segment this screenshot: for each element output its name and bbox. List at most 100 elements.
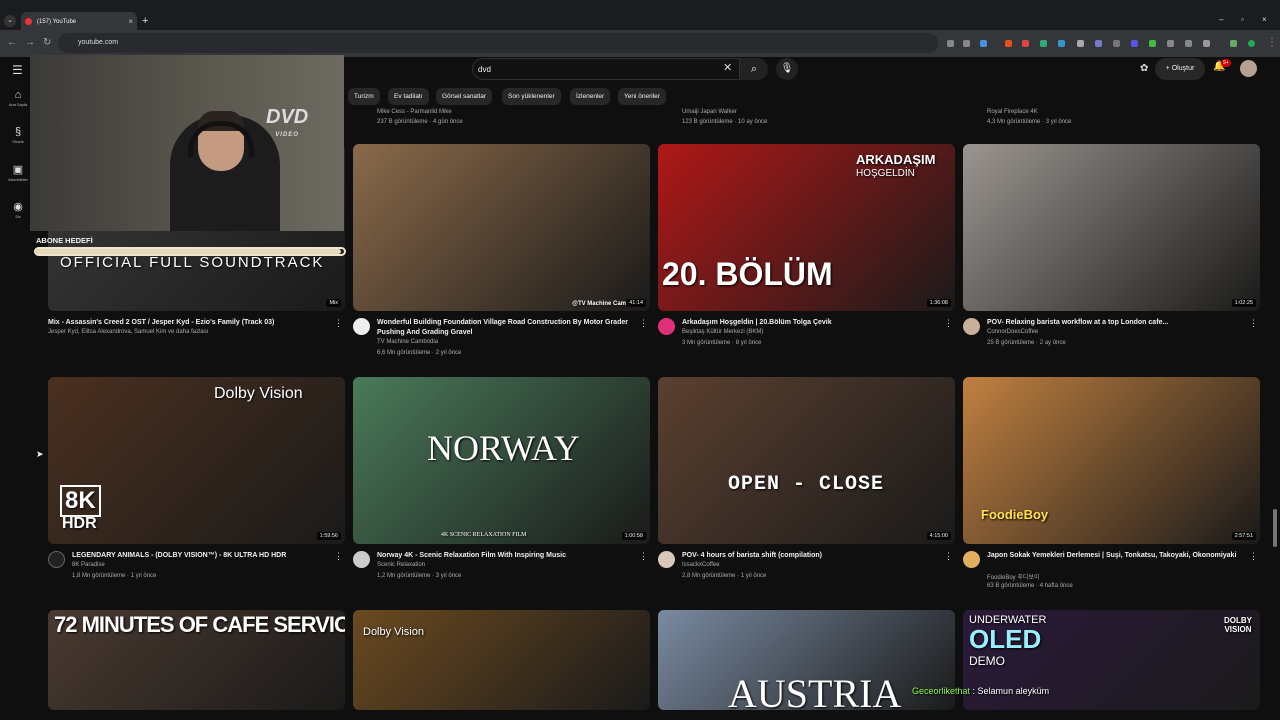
new-tab-icon[interactable]: + bbox=[142, 15, 148, 27]
search-button[interactable]: ⌕ bbox=[740, 58, 768, 80]
thumbnail-text: 8K bbox=[60, 485, 101, 517]
extension-icon[interactable] bbox=[1022, 40, 1029, 47]
more-options-icon[interactable]: ⋮ bbox=[1249, 318, 1258, 329]
more-options-icon[interactable]: ⋮ bbox=[944, 318, 953, 329]
video-card[interactable]: 72 MINUTES OF CAFE SERVICE bbox=[48, 610, 345, 710]
browser-tab[interactable]: (157) YouTube × bbox=[21, 12, 137, 31]
video-thumbnail[interactable]: OPEN - CLOSE 4:15:00 bbox=[658, 377, 955, 544]
extension-icon[interactable] bbox=[963, 40, 970, 47]
more-options-icon[interactable]: ⋮ bbox=[944, 551, 953, 562]
tab-search-icon[interactable]: ⌄ bbox=[4, 15, 16, 27]
video-thumbnail[interactable]: @TV Machine Cam 41:14 bbox=[353, 144, 650, 311]
channel-name[interactable]: Beşiktaş Kültür Merkezi (BKM) bbox=[682, 329, 763, 335]
channel-avatar[interactable] bbox=[353, 318, 370, 335]
video-thumbnail[interactable]: 1:02:25 bbox=[963, 144, 1260, 311]
video-card[interactable]: Dolby Vision bbox=[353, 610, 650, 710]
extension-icon[interactable] bbox=[1149, 40, 1156, 47]
reload-icon[interactable]: ↻ bbox=[43, 37, 51, 48]
extension-icon[interactable] bbox=[1040, 40, 1047, 47]
video-card[interactable]: OPEN - CLOSE 4:15:00 POV- 4 hours of bar… bbox=[658, 377, 955, 586]
video-card[interactable]: @TV Machine Cam 41:14 Wonderful Building… bbox=[353, 144, 650, 356]
video-card[interactable]: FoodieBoy 2:57:51 Japon Sokak Yemekleri … bbox=[963, 377, 1260, 589]
video-stats: 6,6 Mn görüntüleme · 2 yıl önce bbox=[377, 350, 462, 356]
hamburger-menu-icon[interactable]: ☰ bbox=[12, 63, 23, 77]
minimize-icon[interactable]: – bbox=[1219, 15, 1223, 24]
extension-icon[interactable] bbox=[1113, 40, 1120, 47]
scrollbar[interactable] bbox=[1273, 509, 1277, 547]
voice-search-button[interactable]: 🎙 bbox=[776, 58, 798, 80]
extension-icon[interactable] bbox=[1005, 40, 1012, 47]
back-icon[interactable]: ← bbox=[7, 37, 17, 48]
video-thumbnail[interactable]: NORWAY 4K SCENIC RELAXATION FILM 1:00:58 bbox=[353, 377, 650, 544]
extension-icon[interactable] bbox=[1185, 40, 1192, 47]
video-thumbnail[interactable]: FoodieBoy 2:57:51 bbox=[963, 377, 1260, 544]
chip[interactable]: Yeni öneriler bbox=[618, 88, 666, 105]
chip[interactable]: Görsel sanatlar bbox=[436, 88, 493, 105]
video-title[interactable]: Wonderful Building Foundation Village Ro… bbox=[377, 318, 637, 338]
channel-avatar[interactable] bbox=[48, 551, 65, 568]
video-thumbnail[interactable]: Dolby Vision 8K HDR 1:59:56 bbox=[48, 377, 345, 544]
video-title[interactable]: LEGENDARY ANIMALS - (DOLBY VISION™) - 8K… bbox=[72, 551, 332, 561]
video-card[interactable]: NORWAY 4K SCENIC RELAXATION FILM 1:00:58… bbox=[353, 377, 650, 586]
video-thumbnail[interactable]: ARKADAŞIM HOŞGELDİN 20. BÖLÜM 1:36:08 bbox=[658, 144, 955, 311]
chip[interactable]: Turizm bbox=[348, 88, 380, 105]
video-title[interactable]: POV- 4 hours of barista shift (compilati… bbox=[682, 551, 942, 561]
create-button[interactable]: + Oluştur bbox=[1155, 58, 1205, 80]
extension-icon[interactable] bbox=[1131, 40, 1138, 47]
chip[interactable]: Ev tadilatı bbox=[388, 88, 429, 105]
video-title[interactable]: Arkadaşım Hoşgeldin | 20.Bölüm Tolga Çev… bbox=[682, 318, 942, 328]
video-card[interactable]: 1:02:25 POV- Relaxing barista workflow a… bbox=[963, 144, 1260, 353]
more-options-icon[interactable]: ⋮ bbox=[639, 318, 648, 329]
video-title[interactable]: Mix - Assassin's Creed 2 OST / Jesper Ky… bbox=[48, 318, 308, 328]
video-title[interactable]: POV- Relaxing barista workflow at a top … bbox=[987, 318, 1247, 328]
premium-icon[interactable]: ✿ bbox=[1140, 63, 1148, 74]
video-card[interactable]: ARKADAŞIM HOŞGELDİN 20. BÖLÜM 1:36:08 Ar… bbox=[658, 144, 955, 353]
video-thumbnail[interactable]: Dolby Vision bbox=[353, 610, 650, 710]
clear-search-icon[interactable]: ✕ bbox=[723, 61, 732, 74]
channel-name[interactable]: IssackxCoffee bbox=[682, 562, 720, 568]
channel-avatar[interactable] bbox=[353, 551, 370, 568]
channel-name[interactable]: Scenic Relaxation bbox=[377, 562, 425, 568]
more-options-icon[interactable]: ⋮ bbox=[334, 551, 343, 562]
star-icon[interactable] bbox=[980, 40, 987, 47]
forward-icon[interactable]: → bbox=[25, 37, 35, 48]
thumbnail-logo-text: FoodieBoy bbox=[981, 507, 1049, 522]
extension-icon[interactable] bbox=[1058, 40, 1065, 47]
url-field[interactable]: youtube.com bbox=[58, 33, 938, 53]
video-title[interactable]: Norway 4K - Scenic Relaxation Film With … bbox=[377, 551, 637, 561]
channel-name[interactable]: ConnorDoesCoffee bbox=[987, 329, 1038, 335]
channel-avatar[interactable] bbox=[963, 551, 980, 568]
channel-name[interactable]: FoodieBoy 푸디보이 bbox=[987, 572, 1039, 581]
profile-icon[interactable] bbox=[1248, 40, 1255, 47]
video-thumbnail[interactable]: 72 MINUTES OF CAFE SERVICE bbox=[48, 610, 345, 710]
video-card[interactable]: Dolby Vision 8K HDR 1:59:56 LEGENDARY AN… bbox=[48, 377, 345, 586]
video-card[interactable]: AUSTRIA bbox=[658, 610, 955, 710]
partial-stats: 237 B görüntüleme · 4 gün önce bbox=[377, 119, 463, 125]
channel-name[interactable]: TV Machine Cambodia bbox=[377, 339, 438, 345]
channel-name[interactable]: 8K Paradise bbox=[72, 562, 105, 568]
avatar[interactable] bbox=[1240, 60, 1257, 77]
more-options-icon[interactable]: ⋮ bbox=[639, 551, 648, 562]
extension-icon[interactable] bbox=[1230, 40, 1237, 47]
close-window-icon[interactable]: × bbox=[1262, 15, 1267, 24]
close-tab-icon[interactable]: × bbox=[128, 17, 133, 26]
extension-icon[interactable] bbox=[947, 40, 954, 47]
duration-badge: 2:57:51 bbox=[1231, 532, 1256, 540]
extension-icon[interactable] bbox=[1167, 40, 1174, 47]
channel-avatar[interactable] bbox=[658, 318, 675, 335]
extension-icon[interactable] bbox=[1095, 40, 1102, 47]
browser-menu-icon[interactable]: ⋮ bbox=[1267, 37, 1277, 48]
chip[interactable]: Son yüklenenler bbox=[502, 88, 561, 105]
channel-avatar[interactable] bbox=[658, 551, 675, 568]
chip[interactable]: İzlenenler bbox=[570, 88, 611, 105]
more-options-icon[interactable]: ⋮ bbox=[334, 318, 343, 329]
video-thumbnail[interactable]: AUSTRIA bbox=[658, 610, 955, 710]
search-input[interactable]: dvd bbox=[472, 58, 740, 80]
channel-avatar[interactable] bbox=[963, 318, 980, 335]
extensions-puzzle-icon[interactable] bbox=[1203, 40, 1210, 47]
extension-icon[interactable] bbox=[1077, 40, 1084, 47]
more-options-icon[interactable]: ⋮ bbox=[1249, 551, 1258, 562]
channel-name[interactable]: Jesper Kyd, Elitsa Alexandrova, Samuel K… bbox=[48, 329, 208, 335]
restore-icon[interactable]: ▫ bbox=[1241, 15, 1244, 24]
video-title[interactable]: Japon Sokak Yemekleri Derlemesi | Suşi, … bbox=[987, 551, 1247, 561]
